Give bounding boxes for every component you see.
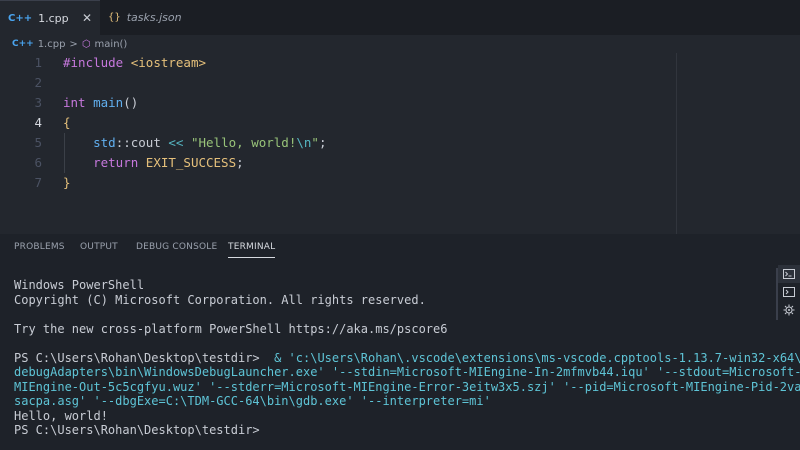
json-file-icon: {} [108, 12, 121, 23]
tab-tasks-json[interactable]: {} tasks.json [100, 0, 200, 35]
breadcrumb: C++ 1.cpp > ⬡ main() [0, 35, 800, 53]
terminal-command: & 'c:\Users\Rohan\.vscode\extensions\ms-… [259, 350, 800, 365]
bottom-panel: PROBLEMS OUTPUT DEBUG CONSOLE TERMINAL W… [0, 234, 800, 450]
terminal-icon[interactable] [778, 284, 800, 300]
cube-icon: ⬡ [81, 38, 91, 50]
line-number: 2 [34, 75, 42, 90]
tab-debug-console[interactable]: DEBUG CONSOLE [136, 242, 217, 252]
code-line: 3 int main() [0, 93, 800, 113]
tab-output[interactable]: OUTPUT [80, 242, 118, 252]
terminal-prompt: PS C:\Users\Rohan\Desktop\testdir> [14, 350, 260, 365]
line-number: 6 [34, 155, 42, 170]
tab-bar: C++ 1.cpp ✕ {} tasks.json [0, 0, 800, 35]
chevron-right-icon: > [69, 38, 78, 50]
code-line: 4 { [0, 113, 800, 133]
terminal-output[interactable]: Windows PowerShell Copyright (C) Microso… [14, 278, 800, 438]
code-line: 6 return EXIT_SUCCESS; [0, 153, 800, 173]
powershell-terminal-icon[interactable] [778, 265, 800, 283]
program-output: Hello, world! [14, 408, 108, 423]
line-number: 5 [34, 135, 42, 150]
code-line: 1 #include <iostream> [0, 53, 800, 73]
breadcrumb-file[interactable]: 1.cpp [38, 39, 66, 50]
line-number: 4 [34, 115, 42, 130]
code-editor[interactable]: 1 #include <iostream> 2 3 int main() 4 {… [0, 53, 800, 234]
line-number: 7 [34, 175, 42, 190]
tab-label: tasks.json [126, 11, 182, 24]
tab-1-cpp[interactable]: C++ 1.cpp ✕ [0, 0, 100, 35]
line-number: 1 [34, 55, 42, 70]
tab-label: 1.cpp [38, 11, 69, 25]
debug-gear-icon[interactable] [778, 302, 800, 318]
tab-terminal[interactable]: TERMINAL [228, 242, 276, 258]
breadcrumb-symbol[interactable]: main() [95, 39, 128, 50]
tab-problems[interactable]: PROBLEMS [14, 242, 65, 252]
terminal-prompt: PS C:\Users\Rohan\Desktop\testdir> [14, 423, 260, 437]
code-line: 2 [0, 73, 800, 93]
cpp-file-icon: C++ [12, 39, 34, 49]
close-icon[interactable]: ✕ [82, 11, 92, 25]
line-number: 3 [34, 95, 42, 110]
code-line: 5 std::cout << "Hello, world!\n"; [0, 133, 800, 153]
code-line: 7 } [0, 173, 800, 193]
cpp-file-icon: C++ [8, 12, 33, 24]
